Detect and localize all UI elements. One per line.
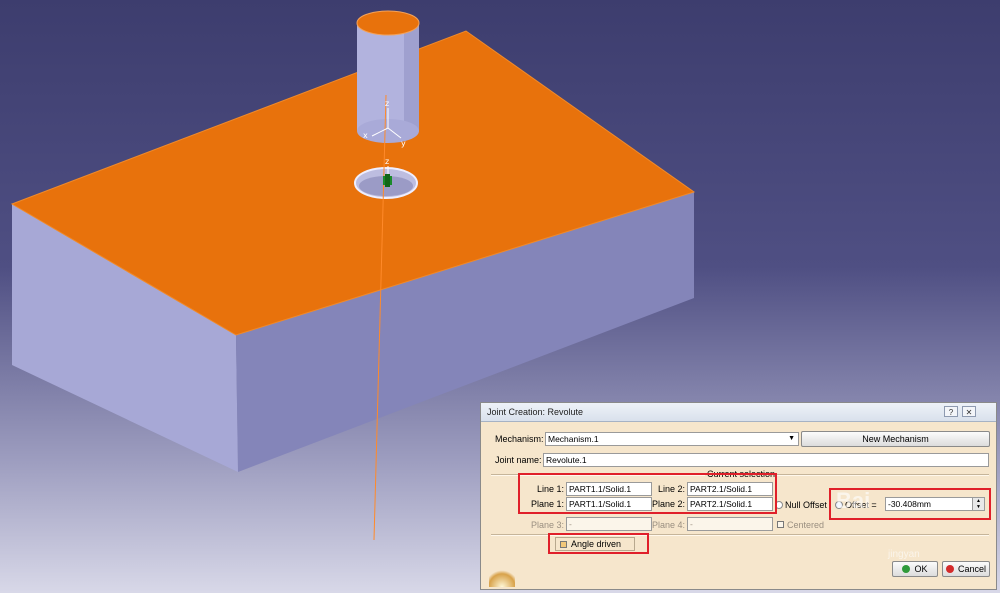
- mechanism-select[interactable]: Mechanism.1 ▼: [545, 432, 799, 446]
- joint-name-input[interactable]: Revolute.1: [543, 453, 989, 467]
- ok-icon: [902, 565, 911, 573]
- hole-axis-label: z: [385, 157, 389, 166]
- offset-radio[interactable]: [835, 501, 843, 509]
- selection-separator-left: [491, 474, 705, 476]
- line1-label: Line 1:: [537, 484, 565, 494]
- options-separator: [491, 534, 989, 536]
- offset-input[interactable]: -30.408mm: [885, 497, 973, 511]
- null-offset-radio[interactable]: [775, 501, 783, 509]
- offset-label: Offset =: [845, 500, 877, 510]
- mechanism-value: Mechanism.1: [548, 434, 599, 444]
- compass-y-label: y: [401, 139, 406, 148]
- null-offset-label: Null Offset: [785, 500, 827, 510]
- offset-value: -30.408mm: [888, 499, 931, 509]
- dialog-titlebar[interactable]: Joint Creation: Revolute ? ✕: [481, 403, 996, 422]
- cancel-button[interactable]: Cancel: [942, 561, 990, 577]
- selection-separator-right: [775, 474, 989, 476]
- plane4-label: Plane 4:: [652, 520, 686, 530]
- cancel-label: Cancel: [957, 564, 986, 574]
- help-button[interactable]: ?: [944, 406, 958, 417]
- angle-driven-checkbox[interactable]: [560, 541, 567, 548]
- plane2-label: Plane 2:: [652, 499, 686, 509]
- pin-cylinder-top[interactable]: [356, 10, 420, 36]
- centered-checkbox[interactable]: [777, 521, 784, 528]
- centered-label: Centered: [787, 520, 825, 530]
- compass-z-label: z: [385, 99, 389, 108]
- plane1-field[interactable]: PART1.1/Solid.1: [566, 497, 652, 511]
- ok-button[interactable]: OK: [892, 561, 938, 577]
- plane4-field[interactable]: -: [687, 517, 773, 531]
- joint-creation-dialog: Joint Creation: Revolute ? ✕ Mechanism: …: [480, 402, 997, 590]
- compass-x-label: x: [363, 131, 368, 140]
- dialog-title: Joint Creation: Revolute: [487, 407, 584, 417]
- line2-field[interactable]: PART2.1/Solid.1: [687, 482, 773, 496]
- mechanism-label: Mechanism:: [495, 434, 544, 444]
- spin-down-icon[interactable]: ▼: [973, 504, 984, 510]
- ok-label: OK: [914, 564, 928, 574]
- plane3-field[interactable]: -: [566, 517, 652, 531]
- offset-spinner[interactable]: ▲ ▼: [972, 497, 985, 511]
- line2-label: Line 2:: [658, 484, 686, 494]
- angle-driven-toggle[interactable]: Angle driven: [555, 537, 635, 551]
- chevron-down-icon: ▼: [788, 435, 795, 442]
- pin-cylinder-shade: [404, 23, 419, 131]
- plane3-label: Plane 3:: [531, 520, 565, 530]
- joint-name-label: Joint name:: [495, 455, 542, 465]
- new-mechanism-button[interactable]: New Mechanism: [801, 431, 990, 447]
- angle-driven-label: Angle driven: [571, 539, 622, 549]
- plane1-label: Plane 1:: [531, 499, 565, 509]
- dialog-corner-icon: [489, 567, 515, 587]
- close-button[interactable]: ✕: [962, 406, 976, 417]
- current-selection-label: Current selection: [707, 469, 776, 479]
- cancel-icon: [945, 565, 954, 573]
- line1-field[interactable]: PART1.1/Solid.1: [566, 482, 652, 496]
- plane2-field[interactable]: PART2.1/Solid.1: [687, 497, 773, 511]
